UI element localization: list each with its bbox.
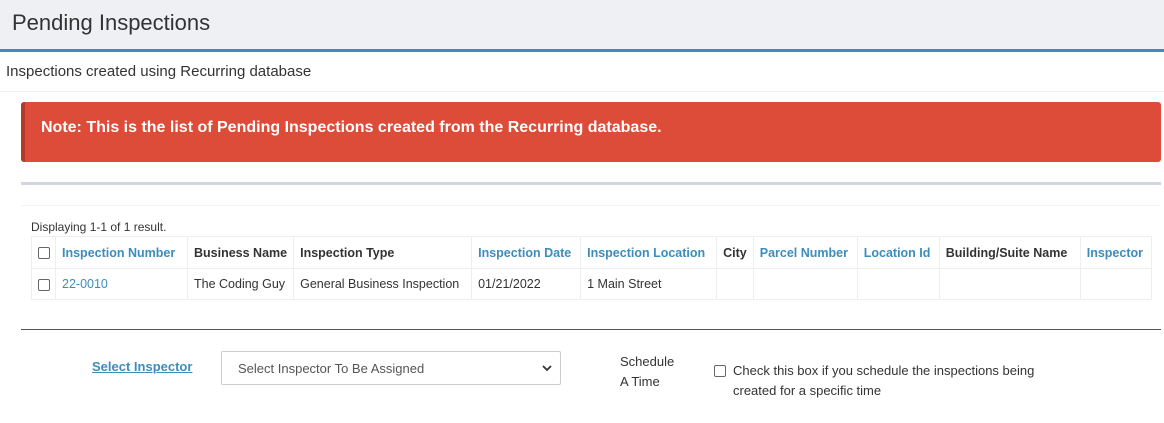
column-inspection-number[interactable]: Inspection Number [55,236,188,269]
column-inspector[interactable]: Inspector [1079,236,1152,269]
cell-location-id [856,268,940,300]
inspector-select[interactable]: Select Inspector To Be Assigned [221,351,561,385]
note-alert-text: Note: This is the list of Pending Inspec… [41,119,662,136]
cell-inspection-date: 01/21/2022 [471,268,582,300]
inspection-number-link[interactable]: 22-0010 [55,268,188,300]
page-title: Pending Inspections [12,10,211,35]
schedule-time-checkbox[interactable] [714,365,726,377]
row-select-cell [31,268,56,300]
cell-business-name: The Coding Guy [186,268,295,300]
chevron-down-icon [542,365,552,372]
cell-inspection-type: General Business Inspection [293,268,473,300]
table-header-row: Inspection Number Business Name Inspecti… [31,236,1152,269]
table-row: 22-0010 The Coding Guy General Business … [31,268,1152,300]
grid-box-header-line [21,205,1161,206]
column-business-name: Business Name [186,236,295,269]
cell-city [716,268,754,300]
page-subtitle: Inspections created using Recurring data… [6,63,312,80]
column-inspection-location[interactable]: Inspection Location [580,236,718,269]
select-all-checkbox[interactable] [38,247,50,260]
inspector-select-value: Select Inspector To Be Assigned [238,361,425,376]
column-city: City [716,236,754,269]
cell-inspector [1079,268,1152,300]
select-inspector-label[interactable]: Select Inspector [92,359,192,374]
select-all-cell [31,236,56,269]
column-inspection-type: Inspection Type [293,236,473,269]
pending-inspections-table: Inspection Number Business Name Inspecti… [31,236,1152,300]
cell-inspection-location: 1 Main Street [580,268,718,300]
cell-building-suite-name [938,268,1081,300]
note-alert: Note: This is the list of Pending Inspec… [21,102,1161,162]
schedule-time-label: Schedule A Time [620,352,690,392]
column-inspection-date[interactable]: Inspection Date [471,236,582,269]
schedule-time-checkbox-label: Check this box if you schedule the inspe… [733,363,1035,398]
grid-summary: Displaying 1-1 of 1 result. [31,220,167,234]
page-header: Pending Inspections [0,0,1164,52]
column-location-id[interactable]: Location Id [856,236,940,269]
assign-divider [21,329,1161,330]
column-parcel-number[interactable]: Parcel Number [752,236,858,269]
schedule-time-label-line1: Schedule [620,354,675,369]
schedule-time-label-line2: A Time [620,374,660,389]
column-building-suite-name: Building/Suite Name [938,236,1081,269]
subtitle-divider [0,91,1164,92]
row-checkbox[interactable] [38,278,50,291]
cell-parcel-number [752,268,858,300]
grid-box-top-border [21,182,1161,185]
